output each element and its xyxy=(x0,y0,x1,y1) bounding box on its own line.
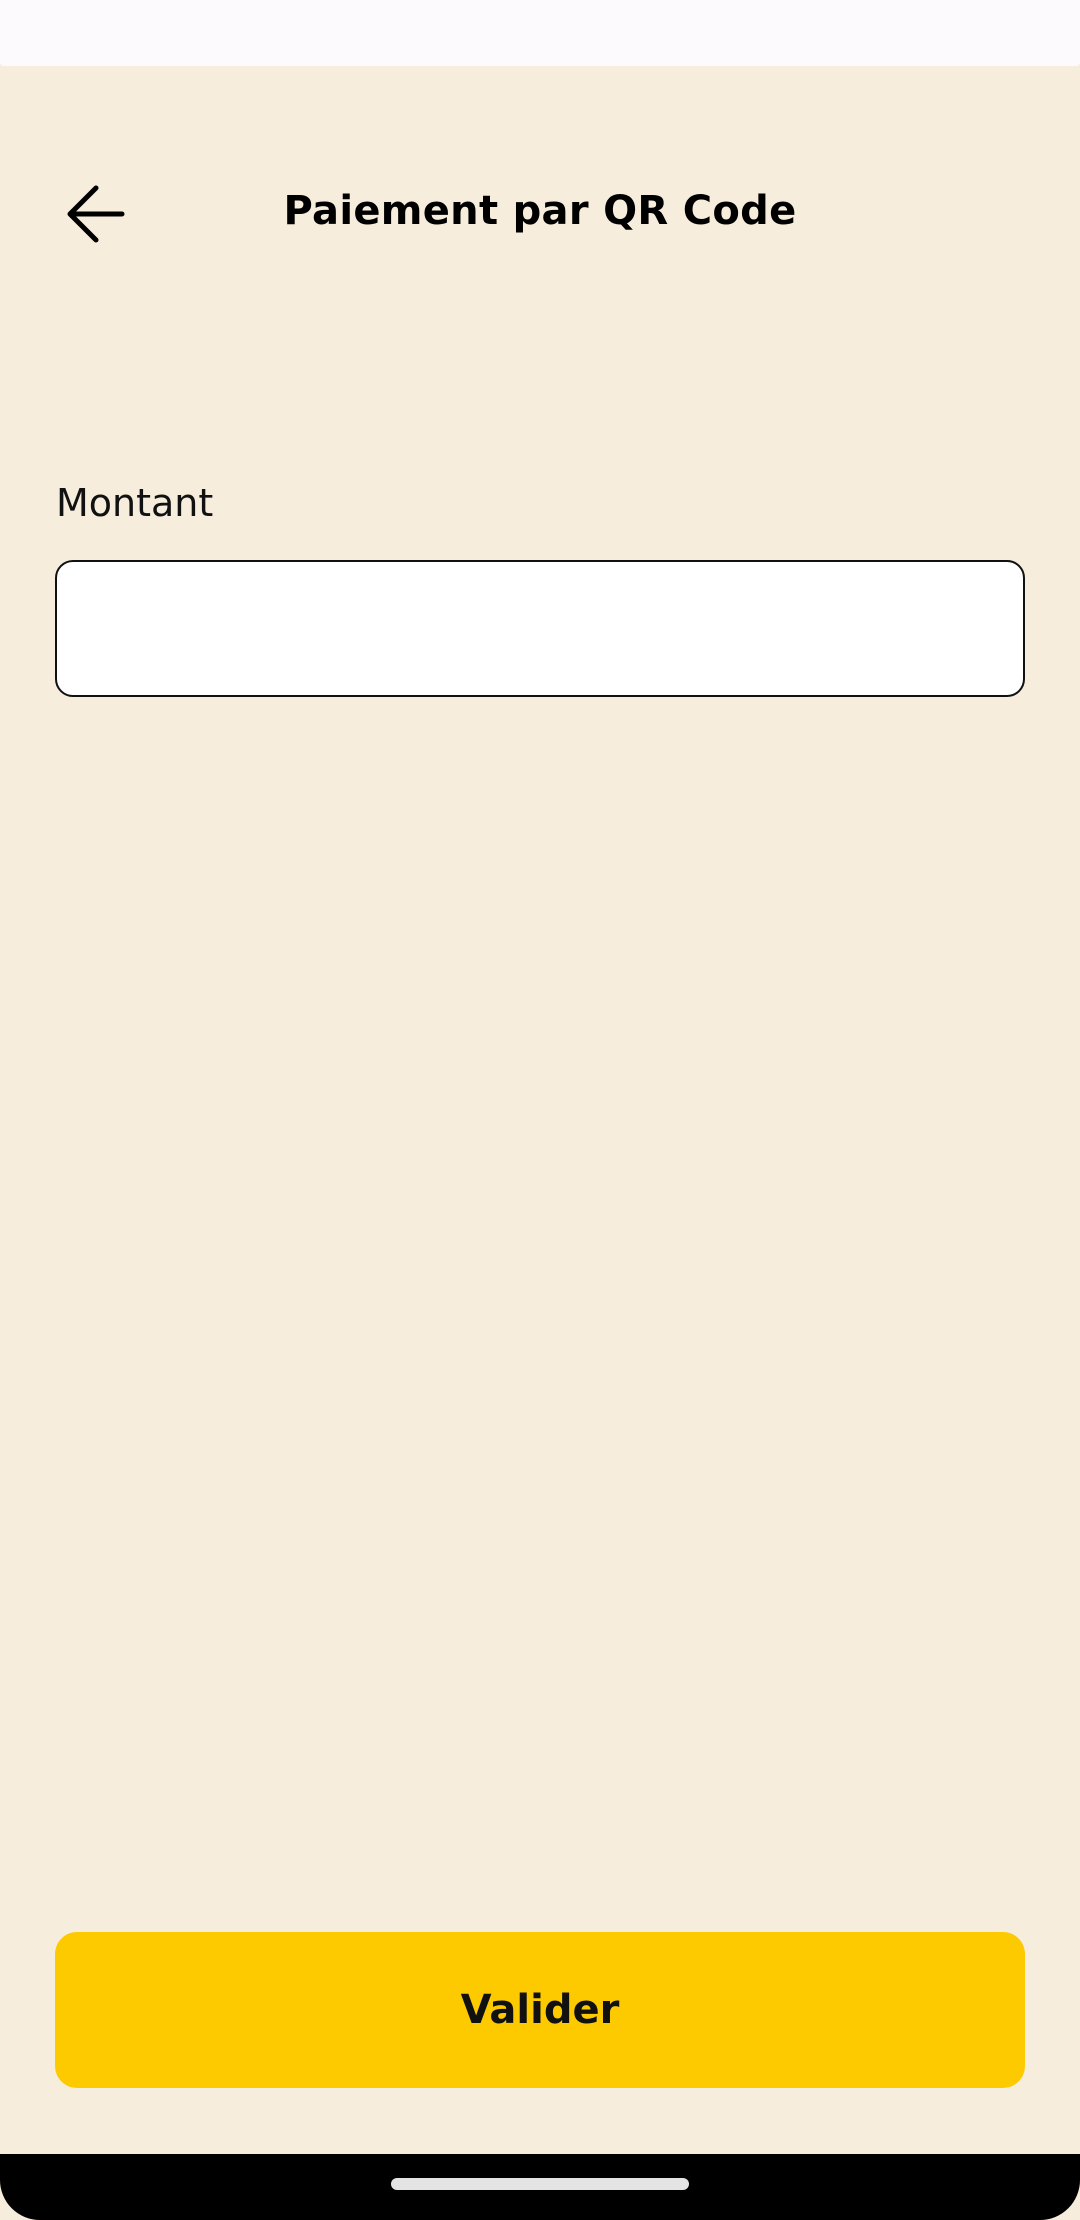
page-title: Paiement par QR Code xyxy=(283,188,797,234)
status-bar xyxy=(0,0,1080,66)
amount-input[interactable] xyxy=(55,560,1025,697)
system-navigation-bar xyxy=(0,2154,1080,2220)
validate-button-label: Valider xyxy=(460,1987,620,2033)
amount-label: Montant xyxy=(56,481,214,525)
validate-button[interactable]: Valider xyxy=(55,1932,1025,2088)
home-indicator[interactable] xyxy=(391,2178,689,2190)
payment-screen xyxy=(0,66,1080,2154)
